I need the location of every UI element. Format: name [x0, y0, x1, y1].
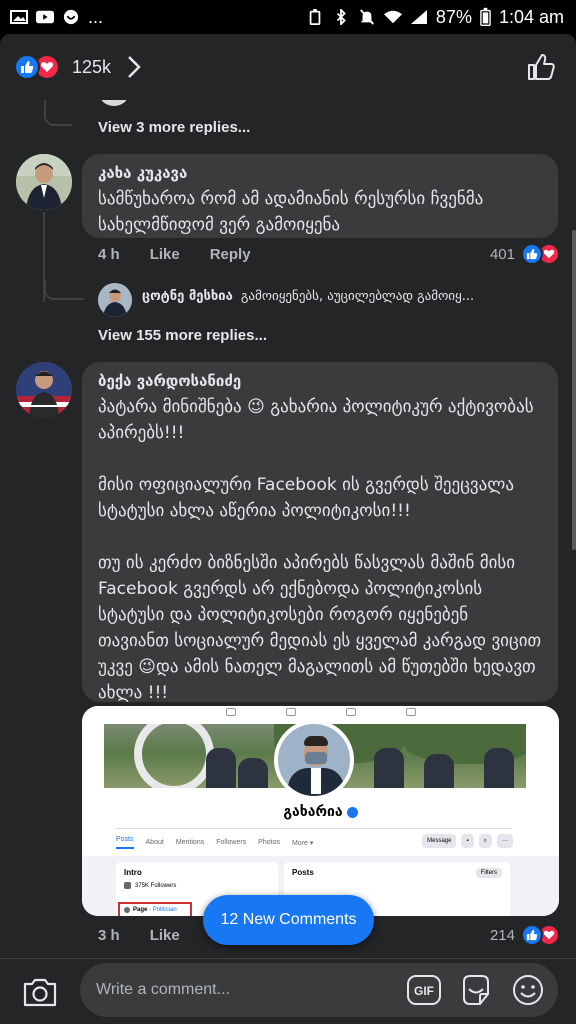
scrollbar[interactable]: [572, 230, 576, 550]
tab-photos: Photos: [258, 839, 280, 846]
chevron-right-icon[interactable]: [127, 55, 141, 79]
reply-author[interactable]: ცოტნე მესხია: [142, 289, 233, 304]
youtube-icon: [36, 10, 54, 24]
comment-reaction-count: 401: [489, 245, 515, 263]
comment-text: პატარა მინიშნება 😉 გახარია პოლიტიკურ აქტ…: [98, 397, 542, 703]
comment-input-placeholder: Write a comment...: [96, 981, 230, 998]
battery-icon: [480, 7, 491, 26]
wifi-icon: [383, 10, 402, 24]
reply-button[interactable]: Reply: [210, 246, 251, 263]
comment-time: 3 h: [98, 927, 120, 944]
more-options-icon: ···: [497, 834, 513, 848]
comment-composer: Write a comment... GIF: [0, 958, 576, 1024]
thumbs-up-outline-icon[interactable]: [526, 52, 556, 82]
comment-actions: 3 h Like: [98, 927, 180, 944]
like-button[interactable]: Like: [150, 927, 180, 944]
svg-text:GIF: GIF: [414, 984, 434, 998]
fb-top-nav: [82, 706, 559, 720]
reply-text: გამოიყენებს, აუცილებლად გამოიყ...: [240, 289, 475, 304]
like-button[interactable]: Like: [150, 246, 180, 263]
comment-reaction-count: 214: [489, 926, 515, 944]
clock: 1:04 am: [498, 6, 564, 27]
followers-row: 375K Followers: [124, 882, 270, 889]
info-icon: [124, 907, 130, 913]
verified-badge-icon: [346, 806, 358, 818]
page-type-highlight: Page · Politician: [118, 902, 192, 916]
tab-mentions: Mentions: [175, 839, 205, 846]
followers-icon: [124, 882, 131, 889]
bluetooth-icon: [336, 9, 346, 25]
sticker-icon[interactable]: [458, 972, 494, 1008]
like-icon: [521, 243, 543, 265]
save-icon: ▪: [461, 834, 474, 848]
comment-bubble[interactable]: კახა კუკავა სამწუხაროა რომ ამ ადამიანის …: [82, 154, 558, 238]
message-button: Message: [422, 834, 457, 848]
tab-about: About: [145, 839, 164, 846]
view-more-replies-link[interactable]: View 3 more replies...: [98, 119, 250, 136]
comment-image-attachment[interactable]: გახარია Posts About Mentions Followers P…: [82, 706, 559, 916]
thread-connector: [44, 280, 84, 300]
like-icon: [14, 54, 40, 80]
page-actions: Message ▪ ⌕ ···: [422, 834, 513, 848]
mute-icon: [360, 9, 374, 25]
battery-saver-icon: [309, 9, 321, 25]
emoji-icon[interactable]: [510, 972, 546, 1008]
view-more-replies-link[interactable]: View 155 more replies...: [98, 327, 267, 344]
new-comments-button[interactable]: 12 New Comments: [203, 895, 374, 945]
gallery-icon: [10, 10, 28, 24]
gif-icon[interactable]: GIF: [406, 972, 442, 1008]
comments-list[interactable]: View 3 more replies... კახა კუკავა სამწუ…: [0, 100, 576, 958]
status-bar: ... 87% 1:04 am: [0, 0, 576, 34]
app-notification-icon: [63, 9, 79, 25]
comment-input[interactable]: Write a comment... GIF: [80, 963, 558, 1017]
comment-reactions[interactable]: 214: [490, 924, 560, 946]
comment-author[interactable]: ბექა ვარდოსანიძე: [98, 372, 542, 390]
comment-actions: 4 h Like Reply: [98, 246, 251, 263]
intro-title: Intro: [124, 868, 142, 877]
filters-button: Filters: [475, 868, 502, 878]
profile-picture: [274, 720, 354, 800]
signal-icon: [410, 10, 427, 24]
comment-text: სამწუხაროა რომ ამ ადამიანის რესურსი ჩვენ…: [98, 189, 489, 235]
tab-more: More ▾: [291, 839, 314, 847]
posts-title: Posts: [292, 868, 314, 877]
avatar[interactable]: [16, 362, 72, 418]
search-icon: ⌕: [478, 834, 492, 848]
reaction-count[interactable]: 125k: [72, 57, 111, 78]
tab-posts: Posts: [116, 836, 134, 849]
comment-bubble[interactable]: ბექა ვარდოსანიძე პატარა მინიშნება 😉 გახა…: [82, 362, 558, 703]
more-notifications: ...: [88, 6, 104, 27]
reactions-summary-bar[interactable]: 125k: [0, 34, 576, 100]
like-icon: [521, 924, 543, 946]
reply-avatar[interactable]: [100, 100, 128, 106]
page-name: გახარია: [82, 804, 559, 820]
comment-time: 4 h: [98, 246, 120, 263]
comment-author[interactable]: კახა კუკავა: [98, 164, 542, 182]
thread-connector: [44, 100, 72, 126]
reply-avatar[interactable]: [98, 283, 132, 317]
avatar[interactable]: [16, 154, 72, 210]
reply-preview[interactable]: ცოტნე მესხია გამოიყენებს, აუცილებლად გამ…: [142, 289, 556, 304]
camera-icon[interactable]: [22, 976, 58, 1008]
tab-followers: Followers: [216, 839, 247, 846]
comment-reactions[interactable]: 401: [490, 243, 560, 265]
battery-level: 87%: [435, 6, 472, 27]
